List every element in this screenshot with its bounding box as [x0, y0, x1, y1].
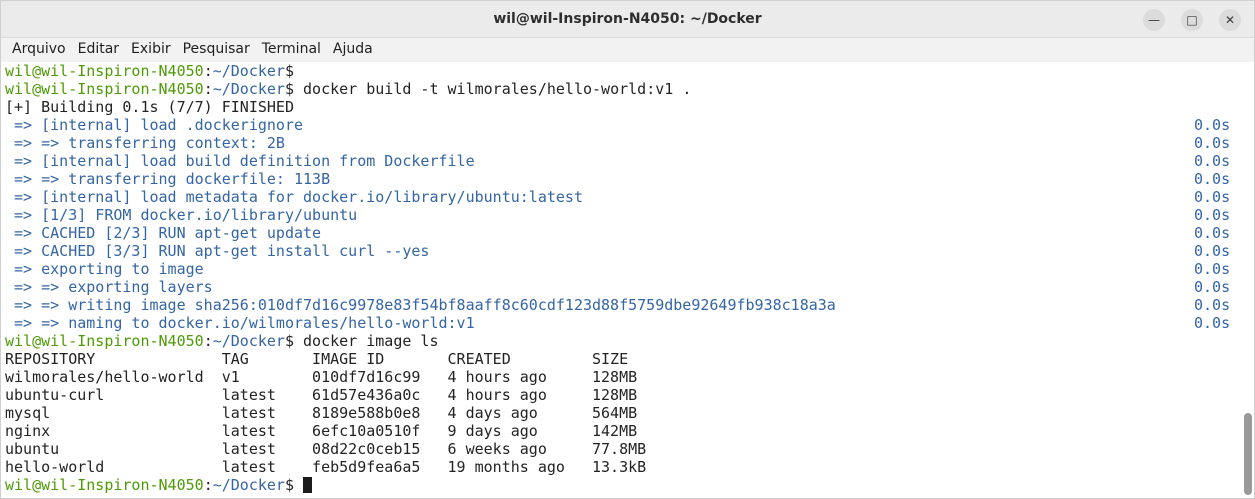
build-step: => [internal] load .dockerignore 0.0s: [1, 116, 1241, 134]
prompt-line: wil@wil-Inspiron-N4050:~/Docker$: [1, 62, 1241, 80]
prompt-user: wil@wil-Inspiron-N4050: [5, 80, 204, 98]
build-step-text: => => naming to docker.io/wilmorales/hel…: [5, 314, 475, 332]
build-step: => CACHED [2/3] RUN apt-get update 0.0s: [1, 224, 1241, 242]
title-bar[interactable]: wil@wil-Inspiron-N4050: ~/Docker — □ ✕: [1, 1, 1254, 38]
build-step-time: 0.0s: [1194, 134, 1231, 152]
build-step: => [internal] load metadata for docker.i…: [1, 188, 1241, 206]
menu-arquivo[interactable]: Arquivo: [1, 38, 72, 62]
build-step-time: 0.0s: [1194, 224, 1231, 242]
menu-exibir[interactable]: Exibir: [125, 38, 177, 62]
prompt-line: wil@wil-Inspiron-N4050:~/Docker$: [1, 476, 1241, 494]
command-text: docker image ls: [294, 332, 439, 350]
prompt-symbol: $: [284, 476, 294, 494]
build-step: => exporting to image 0.0s: [1, 260, 1241, 278]
build-step-text: => [internal] load build definition from…: [5, 152, 475, 170]
prompt-symbol: $: [284, 80, 294, 98]
terminal-output[interactable]: wil@wil-Inspiron-N4050:~/Docker$ wil@wil…: [1, 62, 1241, 498]
prompt-separator: :: [203, 80, 213, 98]
terminal-window: wil@wil-Inspiron-N4050: ~/Docker — □ ✕ A…: [0, 0, 1255, 499]
build-step-text: => CACHED [3/3] RUN apt-get install curl…: [5, 242, 430, 260]
close-icon: ✕: [1224, 13, 1236, 27]
menu-terminal[interactable]: Terminal: [256, 38, 327, 62]
scrollbar-thumb[interactable]: [1244, 413, 1252, 495]
build-step: => => transferring dockerfile: 113B 0.0s: [1, 170, 1241, 188]
menu-pesquisar[interactable]: Pesquisar: [177, 38, 256, 62]
prompt-separator: :: [203, 476, 213, 494]
build-step-time: 0.0s: [1194, 116, 1231, 134]
build-step-text: => [1/3] FROM docker.io/library/ubuntu: [5, 206, 358, 224]
build-step-time: 0.0s: [1194, 278, 1231, 296]
prompt-user: wil@wil-Inspiron-N4050: [5, 332, 204, 350]
images-table-row: ubuntu latest 08d22c0ceb15 6 weeks ago 7…: [5, 440, 647, 458]
terminal-cursor: [303, 476, 313, 493]
prompt-separator: :: [203, 62, 213, 80]
build-step: => CACHED [3/3] RUN apt-get install curl…: [1, 242, 1241, 260]
prompt-path: ~/Docker: [212, 80, 285, 98]
prompt-user: wil@wil-Inspiron-N4050: [5, 476, 204, 494]
window-title: wil@wil-Inspiron-N4050: ~/Docker: [493, 11, 762, 27]
images-table-row: wilmorales/hello-world v1 010df7d16c99 4…: [5, 368, 638, 386]
prompt-path: ~/Docker: [212, 332, 285, 350]
build-step: => => writing image sha256:010df7d16c997…: [1, 296, 1241, 314]
close-button[interactable]: ✕: [1219, 9, 1241, 31]
prompt-line: wil@wil-Inspiron-N4050:~/Docker$ docker …: [1, 80, 1241, 98]
prompt-path: ~/Docker: [212, 62, 285, 80]
images-table-row: ubuntu-curl latest 61d57e436a0c 4 hours …: [5, 386, 638, 404]
build-step: => [internal] load build definition from…: [1, 152, 1241, 170]
menu-editar[interactable]: Editar: [72, 38, 125, 62]
build-step-time: 0.0s: [1194, 242, 1231, 260]
build-step-time: 0.0s: [1194, 296, 1231, 314]
images-table-row: mysql latest 8189e588b0e8 4 days ago 564…: [5, 404, 638, 422]
minimize-icon: —: [1148, 13, 1160, 27]
build-step-time: 0.0s: [1194, 260, 1231, 278]
prompt-separator: :: [203, 332, 213, 350]
build-step-text: => => transferring context: 2B: [5, 134, 285, 152]
prompt-user: wil@wil-Inspiron-N4050: [5, 62, 204, 80]
minimize-button[interactable]: —: [1143, 9, 1165, 31]
menu-ajuda[interactable]: Ajuda: [327, 38, 379, 62]
build-step: => [1/3] FROM docker.io/library/ubuntu 0.…: [1, 206, 1241, 224]
build-step-text: => CACHED [2/3] RUN apt-get update: [5, 224, 322, 242]
menu-bar: Arquivo Editar Exibir Pesquisar Terminal Ajud…: [1, 38, 1254, 62]
prompt-symbol: $: [284, 62, 294, 80]
build-step-text: => => transferring dockerfile: 113B: [5, 170, 331, 188]
build-step-text: => => exporting layers: [5, 278, 213, 296]
images-table-header: REPOSITORY TAG IMAGE ID CREATED SIZE: [5, 350, 629, 368]
build-step-time: 0.0s: [1194, 206, 1231, 224]
build-step-time: 0.0s: [1194, 188, 1231, 206]
vertical-scrollbar[interactable]: [1242, 62, 1254, 498]
images-table-row: hello-world latest feb5d9fea6a5 19 month…: [5, 458, 647, 476]
command-text: docker build -t wilmorales/hello-world:v…: [294, 80, 692, 98]
build-step-text: => [internal] load metadata for docker.i…: [5, 188, 583, 206]
build-step-text: => [internal] load .dockerignore: [5, 116, 304, 134]
images-table-row: nginx latest 6efc10a0510f 9 days ago 142…: [5, 422, 638, 440]
maximize-icon: □: [1186, 13, 1198, 27]
build-step-time: 0.0s: [1194, 314, 1231, 332]
build-header: [+] Building 0.1s (7/7) FINISHED: [5, 98, 294, 116]
build-step-time: 0.0s: [1194, 152, 1231, 170]
prompt-symbol: $: [284, 332, 294, 350]
maximize-button[interactable]: □: [1181, 9, 1203, 31]
build-step: => => naming to docker.io/wilmorales/hel…: [1, 314, 1241, 332]
build-step-text: => => writing image sha256:010df7d16c997…: [5, 296, 836, 314]
build-step: => => transferring context: 2B 0.0s: [1, 134, 1241, 152]
build-step-text: => exporting to image: [5, 260, 204, 278]
build-step: => => exporting layers 0.0s: [1, 278, 1241, 296]
prompt-path: ~/Docker: [212, 476, 285, 494]
build-step-time: 0.0s: [1194, 170, 1231, 188]
prompt-line: wil@wil-Inspiron-N4050:~/Docker$ docker …: [1, 332, 1241, 350]
